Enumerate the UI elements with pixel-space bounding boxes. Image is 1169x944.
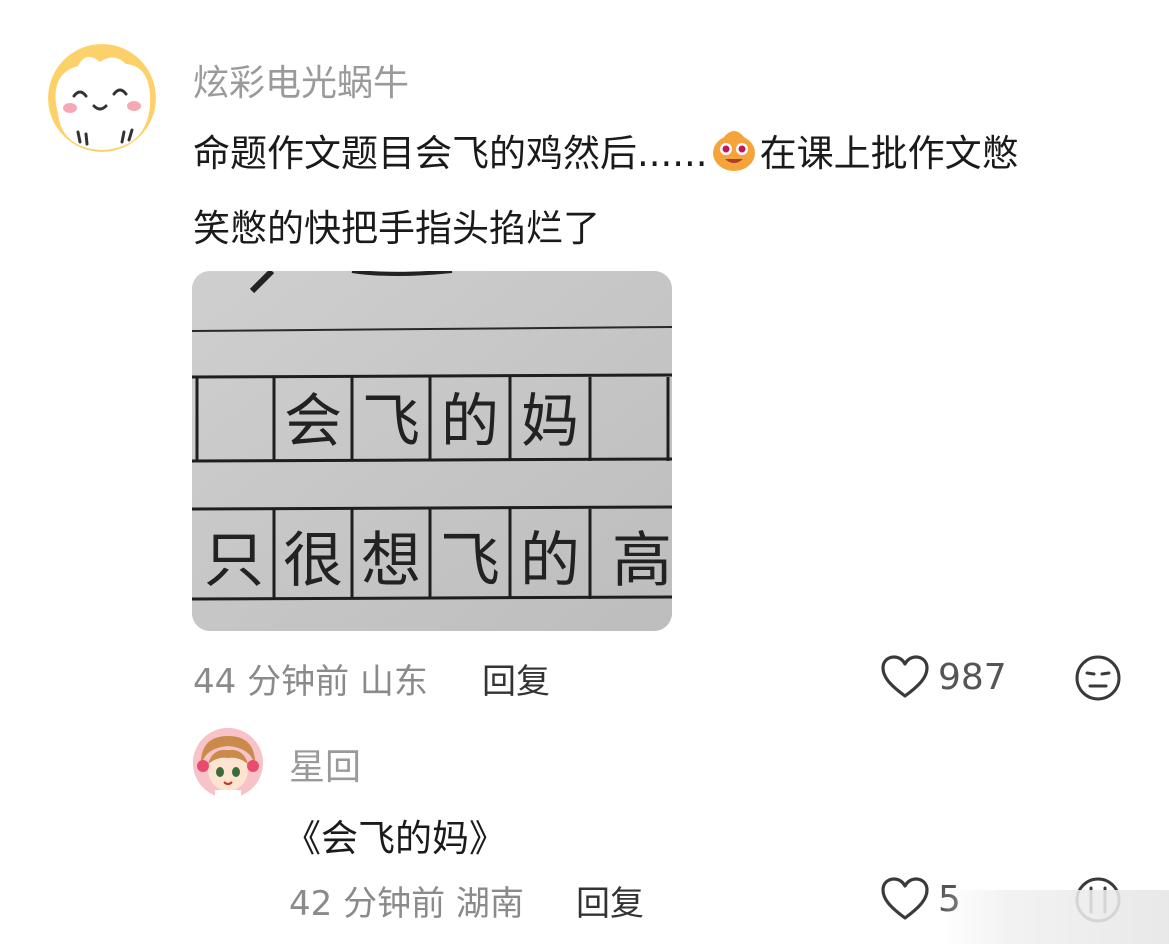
comment-location: 山东	[359, 662, 428, 702]
meh-face-icon[interactable]	[1074, 654, 1122, 706]
username[interactable]: 炫彩电光蜗牛	[193, 54, 409, 106]
reply-username[interactable]: 星回	[289, 738, 361, 790]
comment-photo[interactable]: 会 飞 的 妈 只 很 想 飞 的 高	[192, 271, 672, 631]
comment-meta: 44 分钟前 山东	[193, 654, 428, 703]
comment-text-part2: 在课上批作文憋	[759, 132, 1019, 175]
reply-location: 湖南	[455, 884, 524, 924]
notebook-photo: 会 飞 的 妈 只 很 想 飞 的 高	[192, 271, 672, 631]
reply-time: 42 分钟前	[289, 884, 446, 924]
reply-text: 《会飞的妈》	[284, 817, 506, 860]
photo-row2-char-1: 只	[204, 526, 264, 596]
comment-text-part1: 命题作文题目会飞的鸡然后......	[193, 132, 708, 175]
photo-row2-char-3: 想	[361, 526, 421, 596]
reply-reply-button[interactable]: 回复	[576, 876, 644, 925]
watermark-overlay	[940, 890, 1169, 944]
comment-time: 44 分钟前	[193, 662, 350, 702]
comment-text: 命题作文题目会飞的鸡然后...... 在课上批作文憋 笑憋的快把手指头掐烂了	[193, 120, 1123, 263]
heart-outline-icon	[881, 877, 929, 920]
heart-outline-icon	[881, 655, 929, 698]
like-count: 987	[938, 656, 1007, 698]
comment-text-line2: 笑憋的快把手指头掐烂了	[193, 207, 600, 250]
reply-meta: 42 分钟前 湖南	[289, 876, 524, 925]
photo-row1-char-3: 的	[441, 387, 499, 455]
smug-face-emoji-icon	[710, 125, 758, 195]
reply-button[interactable]: 回复	[482, 654, 550, 703]
like-button[interactable]: 987	[880, 654, 1007, 700]
photo-row1-char-1: 会	[284, 387, 342, 455]
photo-row2-char-5: 的	[520, 526, 580, 596]
reply-avatar[interactable]	[193, 728, 263, 798]
anime-girl-avatar-icon	[193, 728, 263, 798]
photo-row1-char-4: 妈	[521, 387, 579, 455]
photo-row2-char-4: 飞	[440, 526, 500, 596]
photo-row2-char-2: 很	[283, 526, 343, 596]
avatar[interactable]	[48, 44, 156, 152]
photo-row1-char-2: 飞	[362, 387, 420, 455]
photo-row2-char-6: 高	[612, 526, 672, 596]
cat-avatar-icon	[48, 44, 156, 152]
